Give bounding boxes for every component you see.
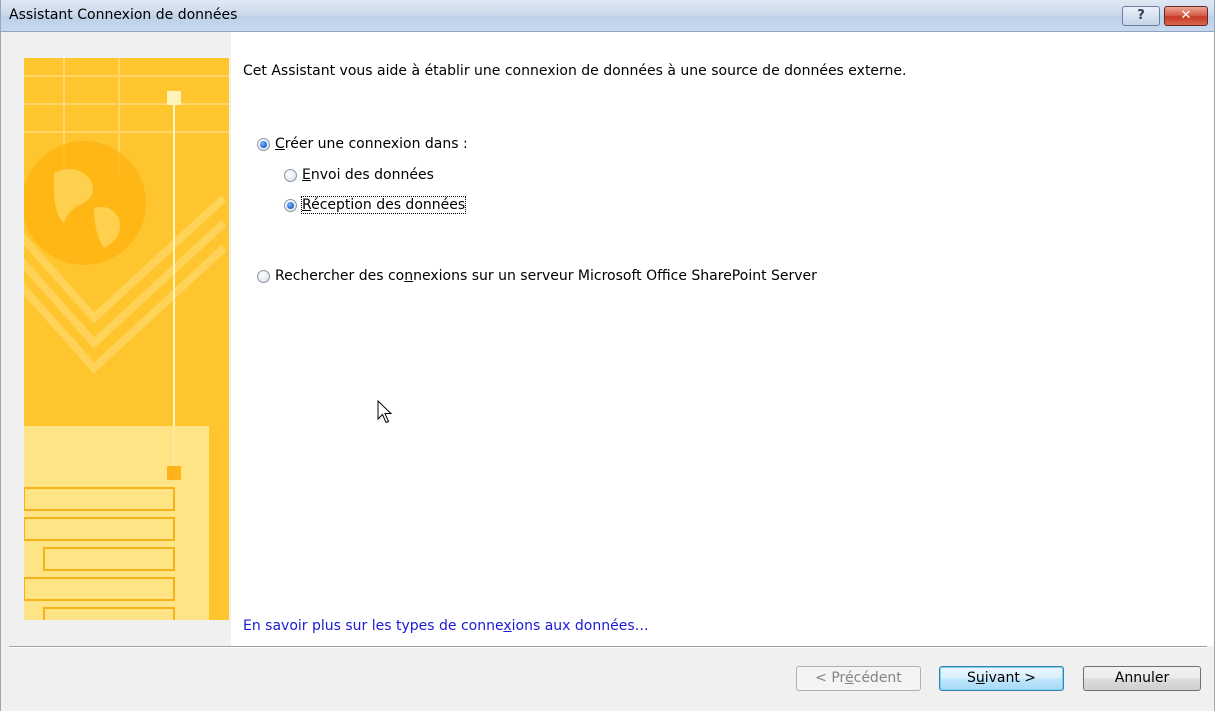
next-button[interactable]: Suivant > bbox=[939, 666, 1064, 691]
radio-send-data[interactable]: Envoi des données bbox=[284, 165, 434, 185]
radio-search-sharepoint-indicator[interactable] bbox=[257, 269, 270, 283]
radio-receive-data-indicator[interactable] bbox=[284, 198, 297, 212]
intro-text: Cet Assistant vous aide à établir une co… bbox=[243, 63, 907, 79]
radio-search-sharepoint-label: Rechercher des connexions sur un serveur… bbox=[275, 268, 817, 284]
dialog-window: Assistant Connexion de données ? ✕ Cet A… bbox=[0, 0, 1215, 711]
radio-create-connection[interactable]: Créer une connexion dans : bbox=[257, 134, 468, 154]
radio-search-sharepoint[interactable]: Rechercher des connexions sur un serveur… bbox=[257, 266, 817, 286]
data-connection-artwork bbox=[24, 58, 229, 620]
footer-separator bbox=[9, 646, 1207, 648]
radio-receive-data-label: Réception des données bbox=[300, 196, 467, 214]
window-title: Assistant Connexion de données bbox=[9, 7, 238, 23]
mouse-pointer-icon bbox=[377, 400, 393, 424]
learn-more-link[interactable]: En savoir plus sur les types de connexio… bbox=[243, 618, 649, 634]
radio-send-data-label: Envoi des données bbox=[302, 167, 434, 183]
cancel-button[interactable]: Annuler bbox=[1083, 666, 1201, 691]
radio-create-connection-indicator[interactable] bbox=[257, 137, 270, 151]
close-icon: ✕ bbox=[1180, 8, 1192, 23]
radio-create-connection-label: Créer une connexion dans : bbox=[275, 136, 468, 152]
previous-button[interactable]: < Précédent bbox=[796, 666, 921, 691]
title-bar[interactable]: Assistant Connexion de données ? ✕ bbox=[1, 0, 1214, 32]
close-button[interactable]: ✕ bbox=[1164, 6, 1208, 26]
wizard-banner-image bbox=[24, 58, 229, 620]
help-icon: ? bbox=[1137, 8, 1145, 23]
radio-receive-data[interactable]: Réception des données bbox=[284, 195, 467, 215]
radio-send-data-indicator[interactable] bbox=[284, 168, 297, 182]
wizard-content-area bbox=[231, 32, 1214, 646]
help-button[interactable]: ? bbox=[1122, 6, 1160, 26]
